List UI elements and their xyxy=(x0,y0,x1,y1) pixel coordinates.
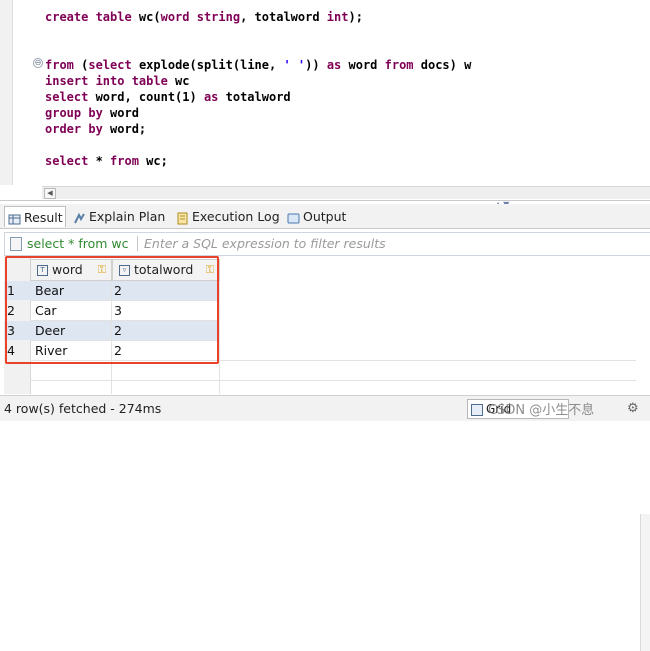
cell-word[interactable]: River xyxy=(35,341,67,360)
sql-text: wc( xyxy=(138,10,161,24)
grid-line xyxy=(111,283,112,394)
results-grid[interactable]: T word ⚿ ▿ totalword ⚿ 1 Bear 2 2 Car 3 … xyxy=(4,257,650,651)
code-line[interactable]: insert into table wc xyxy=(45,73,190,89)
column-header-label: totalword xyxy=(134,262,194,277)
output-icon xyxy=(287,210,300,224)
filter-bar[interactable]: select * from wc Enter a SQL expression … xyxy=(4,232,650,256)
editor-gutter xyxy=(0,0,12,185)
sql-text: word, count(1) xyxy=(88,90,204,104)
code-line[interactable]: group by word xyxy=(45,105,139,121)
sql-text: ( xyxy=(73,58,89,72)
fold-collapse-icon[interactable]: ⊖ xyxy=(33,58,43,68)
settings-icon[interactable]: ⚙ xyxy=(627,401,639,416)
grid-vertical-scrollbar[interactable] xyxy=(640,514,650,651)
tab-output[interactable]: Output xyxy=(284,206,350,227)
tab-label: Result xyxy=(24,209,63,225)
tab-label: Explain Plan xyxy=(89,209,166,224)
grid-line xyxy=(30,300,220,301)
sql-keyword: insert into table xyxy=(45,74,176,88)
grid-line xyxy=(30,380,636,381)
sort-key-icon[interactable]: ⚿ xyxy=(206,260,214,280)
result-tabbar: Result Explain Plan Execution Log Output xyxy=(0,204,650,229)
grid-line xyxy=(30,320,220,321)
table-row[interactable]: 2 Car 3 xyxy=(4,301,220,320)
grid-view-icon xyxy=(471,404,483,416)
editor-horizontal-scrollbar[interactable]: ◀ xyxy=(42,186,650,199)
column-header-totalword[interactable]: ▿ totalword ⚿ xyxy=(112,259,220,281)
cell-word[interactable]: Deer xyxy=(35,321,65,340)
row-number: 3 xyxy=(7,323,15,338)
code-line[interactable]: select word, count(1) as totalword xyxy=(45,89,291,105)
sql-keyword: from xyxy=(45,58,74,72)
cell-word[interactable]: Car xyxy=(35,301,57,320)
result-grid-icon xyxy=(8,211,21,224)
cell-totalword[interactable]: 2 xyxy=(114,341,122,360)
grid-line xyxy=(30,360,636,361)
sql-text: ); xyxy=(348,10,363,24)
text-type-icon: T xyxy=(37,264,48,276)
row-number: 2 xyxy=(7,303,15,318)
cell-totalword[interactable]: 2 xyxy=(114,281,122,300)
code-line[interactable]: create table wc(word string, totalword i… xyxy=(45,9,363,25)
document-icon xyxy=(10,237,22,251)
sql-text: wc xyxy=(175,74,190,88)
tab-result[interactable]: Result xyxy=(4,206,66,227)
tab-label: Execution Log xyxy=(192,209,280,224)
row-number: 4 xyxy=(7,343,15,358)
filter-input[interactable]: Enter a SQL expression to filter results xyxy=(144,236,386,251)
tab-explain-plan[interactable]: Explain Plan xyxy=(70,206,170,227)
sql-text: , totalword xyxy=(240,10,327,24)
watermark: CSDN @小生不息 xyxy=(488,403,595,418)
sql-text: totalword xyxy=(218,90,291,104)
table-row[interactable]: 1 Bear 2 xyxy=(4,281,220,300)
sql-keyword: create table xyxy=(45,10,139,24)
numeric-type-icon: ▿ xyxy=(119,264,130,276)
sql-keyword: int xyxy=(326,10,349,24)
sql-keyword: from xyxy=(110,154,139,168)
column-header-word[interactable]: T word ⚿ xyxy=(30,259,112,281)
scroll-left-arrow-icon[interactable]: ◀ xyxy=(44,188,56,199)
gutter-divider xyxy=(12,0,13,185)
sql-text: docs) w xyxy=(413,58,472,72)
sort-key-icon[interactable]: ⚿ xyxy=(98,260,106,280)
rows-fetched-status: 4 row(s) fetched - 274ms xyxy=(4,401,162,416)
sql-keyword: select xyxy=(88,58,132,72)
sql-keyword: as xyxy=(203,90,219,104)
sql-text: )) xyxy=(305,58,327,72)
sql-keyword: order by xyxy=(45,122,103,136)
sql-text: word xyxy=(341,58,385,72)
sql-editor[interactable]: ⊖ create table wc(word string, totalword… xyxy=(0,0,650,201)
code-line[interactable]: select * from wc; xyxy=(45,153,168,169)
tab-label: Output xyxy=(303,209,347,224)
sql-text: * xyxy=(88,154,111,168)
tab-execution-log[interactable]: Execution Log xyxy=(173,206,283,227)
sql-text: word xyxy=(102,106,139,120)
filter-divider xyxy=(137,236,138,251)
sql-keyword: group by xyxy=(45,106,103,120)
sql-keyword: from xyxy=(384,58,414,72)
explain-plan-icon xyxy=(73,210,86,224)
sql-keyword: select xyxy=(45,154,89,168)
table-row[interactable]: 3 Deer 2 xyxy=(4,321,220,340)
execution-log-icon xyxy=(176,210,189,225)
sql-text: explode(split(line, xyxy=(131,58,284,72)
sql-text: word; xyxy=(102,122,147,136)
sql-string: ' ' xyxy=(283,58,306,72)
code-line[interactable]: from (select explode(split(line, ' ')) a… xyxy=(45,57,471,73)
table-row[interactable]: 4 River 2 xyxy=(4,341,220,360)
sql-text: wc; xyxy=(138,154,168,168)
cell-word[interactable]: Bear xyxy=(35,281,64,300)
filter-query-text[interactable]: select * from wc xyxy=(27,236,129,251)
cell-totalword[interactable]: 2 xyxy=(114,321,122,340)
cell-totalword[interactable]: 3 xyxy=(114,301,122,320)
sql-keyword: select xyxy=(45,90,89,104)
column-header-label: word xyxy=(52,262,83,277)
sql-keyword: word string xyxy=(160,10,241,24)
grid-line xyxy=(219,283,220,394)
code-line[interactable]: order by word; xyxy=(45,121,146,137)
sql-keyword: as xyxy=(326,58,342,72)
grid-line xyxy=(30,340,220,341)
status-bar: 4 row(s) fetched - 274ms Grid CSDN @小生不息… xyxy=(0,395,650,421)
row-number: 1 xyxy=(7,283,15,298)
